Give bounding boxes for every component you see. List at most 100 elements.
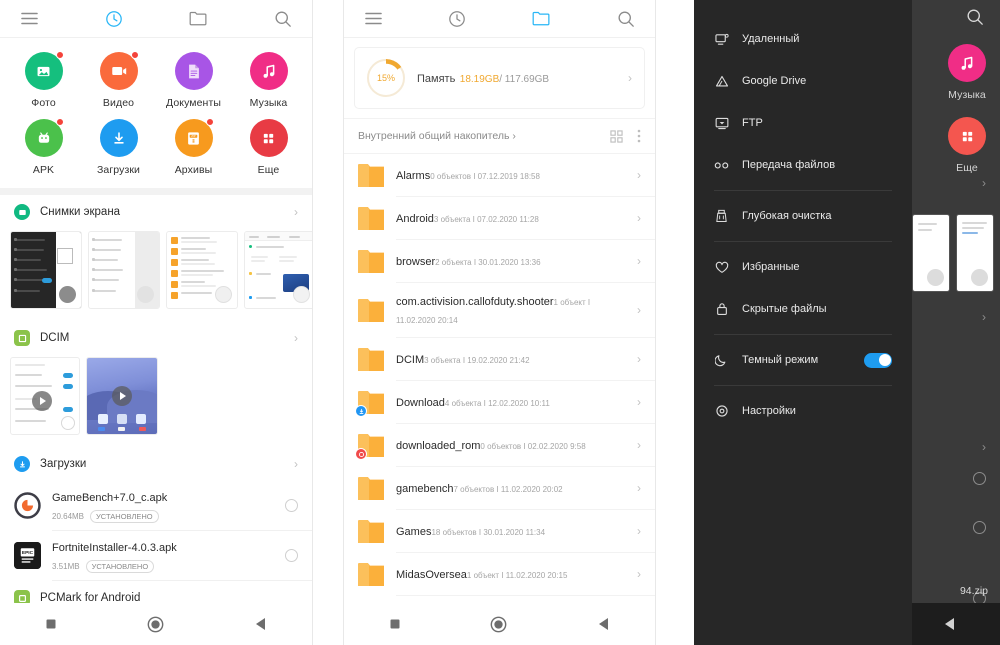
clock-icon[interactable] — [444, 6, 470, 32]
thumbnail-item[interactable] — [166, 231, 238, 309]
select-radio[interactable] — [285, 499, 298, 512]
circle-icon[interactable] — [147, 616, 164, 633]
download-file-row[interactable]: EPIC FortniteInstaller-4.0.3.apk 3.51MB … — [0, 531, 312, 580]
drawer-item-file-transfer[interactable]: Передача файлов — [694, 144, 912, 186]
folder-row[interactable]: Games18 объектов I 30.01.2020 11:34 › — [344, 510, 655, 552]
category-apk[interactable]: APK — [6, 118, 81, 176]
thumbnail-item[interactable] — [10, 231, 82, 309]
grid-icon — [249, 119, 288, 157]
thumbnail-item[interactable] — [956, 214, 994, 292]
folder-row[interactable]: Android3 объекта I 07.02.2020 11:28 › — [344, 197, 655, 239]
behind-file-row[interactable] — [912, 472, 1000, 502]
search-icon[interactable] — [270, 6, 296, 32]
panel1-topbar — [0, 0, 312, 38]
lock-icon — [714, 302, 729, 317]
folder-icon — [355, 433, 384, 460]
drawer-scrim[interactable]: ы Музыка Еще › — [904, 0, 1000, 645]
section-header-downloads[interactable]: Загрузки › — [0, 447, 312, 481]
category-archives[interactable]: ZIP Архивы — [156, 118, 231, 176]
drawer-item-label: Скрытые файлы — [742, 303, 827, 315]
chevron-right-icon: › — [982, 440, 986, 454]
chevron-right-icon: › — [637, 254, 641, 268]
select-radio[interactable] — [973, 521, 986, 534]
drawer-item-hidden-files[interactable]: Скрытые файлы — [694, 288, 912, 330]
video-icon — [99, 51, 139, 90]
folder-icon — [358, 476, 384, 500]
folder-row[interactable]: com.activision.callofduty.shooter1 объек… — [344, 283, 655, 337]
folder-name: Android — [396, 213, 434, 225]
drawer-item-google-drive[interactable]: Google Drive — [694, 60, 912, 102]
status-badge: УСТАНОВЛЕНО — [85, 560, 155, 573]
folder-row[interactable]: downloaded_rom0 объектов I 02.02.2020 9:… — [344, 424, 655, 466]
dark-mode-toggle[interactable] — [864, 352, 892, 368]
drawer-item-favorites[interactable]: Избранные — [694, 246, 912, 288]
behind-file-row[interactable]: › — [912, 440, 1000, 470]
category-more[interactable]: Еще — [231, 119, 306, 176]
behind-file-row[interactable] — [912, 521, 1000, 551]
thumbnail-item[interactable] — [86, 357, 158, 435]
category-downloads[interactable]: Загрузки — [81, 119, 156, 176]
search-icon[interactable] — [966, 8, 984, 31]
breadcrumb: Внутренний общий накопитель › — [344, 118, 655, 154]
category-video[interactable]: Видео — [81, 51, 156, 109]
folder-name: Games — [396, 526, 432, 538]
grid-view-icon[interactable] — [610, 129, 623, 143]
folder-icon[interactable] — [185, 6, 211, 32]
folder-row[interactable]: MidasOversea1 объект I 11.02.2020 20:15 … — [344, 553, 655, 595]
phone-panel-dark-drawer: ы Музыка Еще › — [694, 0, 1000, 645]
triangle-back-icon[interactable] — [254, 617, 267, 631]
category-more[interactable]: Еще — [948, 117, 986, 174]
menu-icon[interactable] — [16, 6, 42, 32]
download-file-row[interactable]: GameBench+7.0_c.apk 20.64MB УСТАНОВЛЕНО — [0, 481, 312, 530]
drawer-item-ftp[interactable]: FTP — [694, 102, 912, 144]
category-music[interactable]: Музыка — [231, 52, 306, 109]
section-header-dcim[interactable]: DCIM › — [0, 321, 312, 355]
drawer-item-remote[interactable]: Удаленный — [694, 18, 912, 60]
thumbnail-item[interactable] — [244, 231, 312, 309]
folder-row[interactable]: Alarms0 объектов I 07.12.2019 18:58 › — [344, 154, 655, 196]
search-icon[interactable] — [613, 6, 639, 32]
ftp-icon — [714, 116, 729, 131]
circle-icon[interactable] — [490, 616, 507, 633]
triangle-back-icon[interactable] — [943, 617, 956, 631]
folder-icon[interactable] — [529, 6, 555, 32]
folder-row[interactable]: DCIM3 объекта I 19.02.2020 21:42 › — [344, 338, 655, 380]
select-radio[interactable] — [285, 549, 298, 562]
clock-icon[interactable] — [101, 6, 127, 32]
folder-row[interactable]: browser2 объекта I 30.01.2020 13:36 › — [344, 240, 655, 282]
folder-row[interactable]: gamebench7 объектов I 11.02.2020 20:02 › — [344, 467, 655, 509]
select-radio[interactable] — [973, 472, 986, 485]
phone-panel-file-browser: 15% Память 18.19GB/ 117.69GB › Внутренни… — [343, 0, 656, 645]
folder-icon — [358, 163, 384, 187]
download-badge-icon — [355, 405, 367, 417]
folder-name: com.activision.callofduty.shooter — [396, 296, 554, 308]
behind-category-column: Музыка Еще — [948, 44, 986, 174]
triangle-back-icon[interactable] — [597, 617, 610, 631]
square-icon[interactable] — [45, 618, 57, 630]
panel2-navbar — [344, 603, 655, 645]
section-header-screenshots[interactable]: Снимки экрана › — [0, 195, 312, 229]
square-icon[interactable] — [389, 618, 401, 630]
more-vertical-icon[interactable] — [637, 129, 641, 143]
heart-icon — [714, 260, 729, 275]
category-photo[interactable]: Фото — [6, 51, 81, 109]
behind-section-row[interactable]: › — [912, 176, 1000, 206]
drawer-item-dark-mode[interactable]: Темный режим — [694, 339, 912, 381]
drawer-item-deep-clean[interactable]: Глубокая очистка — [694, 195, 912, 237]
behind-section-row[interactable]: › — [912, 310, 1000, 340]
menu-icon[interactable] — [360, 6, 386, 32]
folder-row[interactable]: Download4 объекта I 12.02.2020 10:11 › — [344, 381, 655, 423]
file-size: 20.64MB — [52, 512, 85, 521]
breadcrumb-path[interactable]: Внутренний общий накопитель › — [358, 130, 596, 142]
panel2-topbar — [344, 0, 655, 38]
chevron-right-icon: › — [294, 205, 298, 219]
thumbnail-item[interactable] — [88, 231, 160, 309]
category-music[interactable]: Музыка — [948, 44, 986, 101]
category-documents[interactable]: Документы — [156, 52, 231, 109]
memory-card[interactable]: 15% Память 18.19GB/ 117.69GB › — [354, 47, 645, 109]
chevron-right-icon: › — [512, 130, 516, 142]
thumbnail-item[interactable] — [912, 214, 950, 292]
drawer-item-settings[interactable]: Настройки — [694, 390, 912, 432]
thumbnail-item[interactable] — [10, 357, 80, 435]
chevron-right-icon: › — [637, 524, 641, 538]
